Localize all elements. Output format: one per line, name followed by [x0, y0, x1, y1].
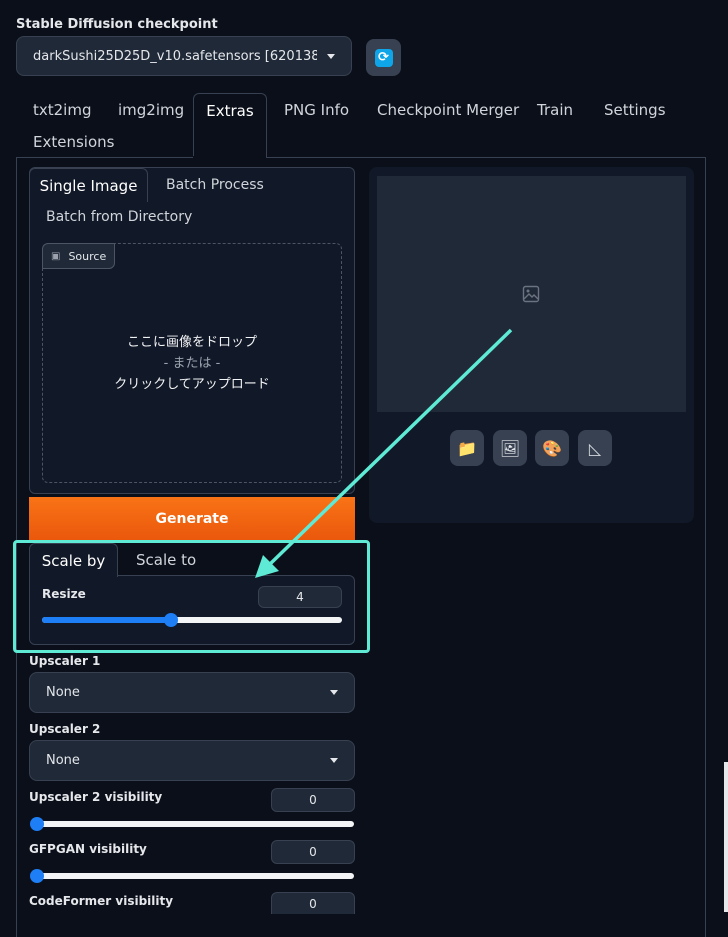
arrow-shaft: [266, 328, 513, 568]
scrollbar[interactable]: [724, 762, 728, 912]
annotation-arrow: [255, 328, 513, 578]
